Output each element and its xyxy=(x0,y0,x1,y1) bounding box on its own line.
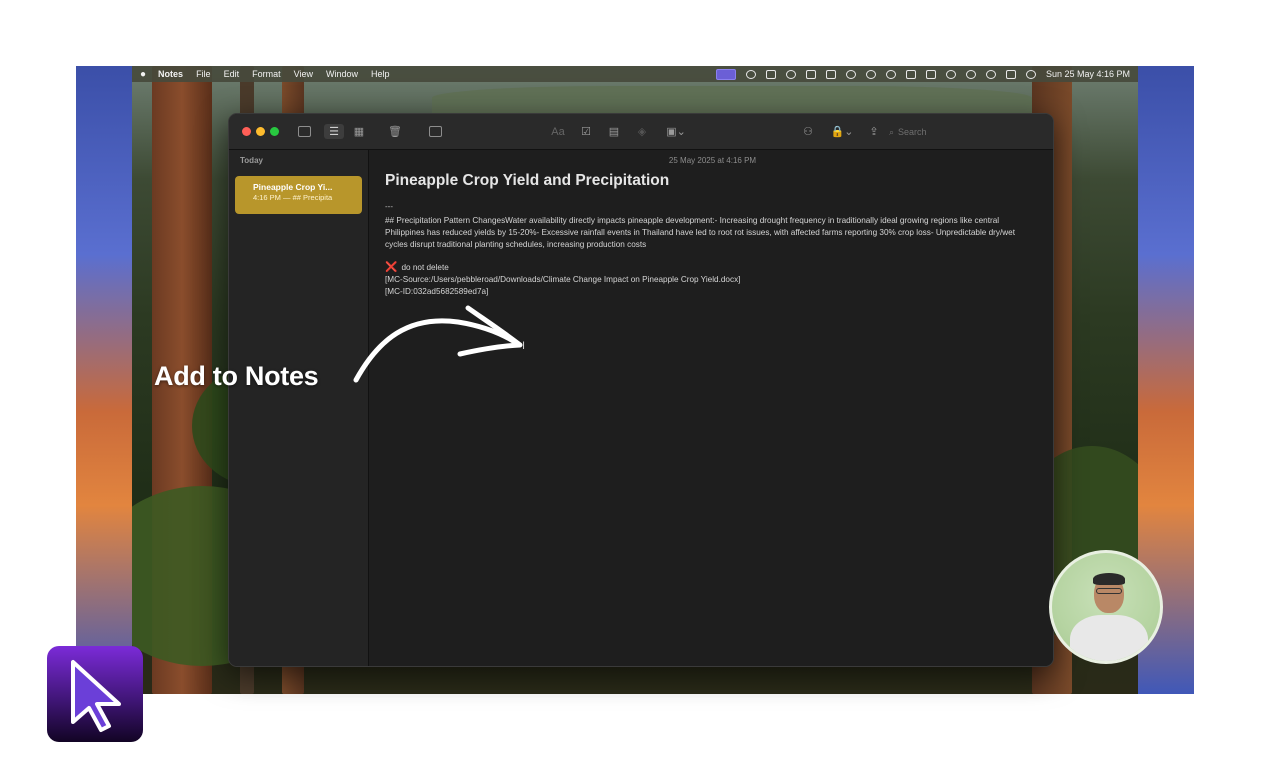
menu-file[interactable]: File xyxy=(196,69,211,79)
note-source-block: [MC-Source:/Users/pebbleroad/Downloads/C… xyxy=(385,274,740,298)
note-separator: --- xyxy=(385,202,393,211)
battery-icon[interactable] xyxy=(905,69,916,79)
zoom-window-button[interactable] xyxy=(270,127,279,136)
play-icon[interactable] xyxy=(885,69,896,79)
search-field[interactable]: ⌕ Search xyxy=(889,125,1039,139)
note-list-item[interactable]: Pineapple Crop Yi... 4:16 PM — ## Precip… xyxy=(235,176,362,214)
moon-icon[interactable] xyxy=(845,69,856,79)
sidebar-section-today: Today xyxy=(240,156,263,165)
cursor-tool-icon[interactable] xyxy=(765,69,776,79)
spotlight-search-icon[interactable] xyxy=(985,69,996,79)
search-placeholder: Search xyxy=(898,127,927,137)
menu-app-notes[interactable]: Notes xyxy=(158,69,183,79)
control-center-icon[interactable] xyxy=(1005,69,1016,79)
do-not-delete-line: ❌ do not delete xyxy=(385,262,449,273)
list-view-icon[interactable]: ☰ xyxy=(324,124,344,139)
checklist-icon[interactable]: ☑ xyxy=(579,124,593,139)
audio-icon[interactable]: ◈ xyxy=(635,124,649,139)
red-cross-icon: ❌ xyxy=(385,262,398,273)
menu-window[interactable]: Window xyxy=(326,69,358,79)
note-body[interactable]: ## Precipitation Pattern ChangesWater av… xyxy=(385,215,1040,251)
time-machine-icon[interactable] xyxy=(965,69,976,79)
note-source-path: [MC-Source:/Users/pebbleroad/Downloads/C… xyxy=(385,275,741,284)
notes-window: ☰ ▦ 🗑 Aa ☑ ▤ ◈ ▣⌄ ⚇ 🔒⌄ ⇪ ⌕ Search Today … xyxy=(228,113,1054,667)
menubar-clock[interactable]: Sun 25 May 4:16 PM xyxy=(1046,69,1130,79)
do-not-delete-text: do not delete xyxy=(401,263,449,272)
display-icon[interactable] xyxy=(785,69,796,79)
notes-sidebar: Today Pineapple Crop Yi... 4:16 PM — ## … xyxy=(229,150,369,666)
screen-record-icon[interactable] xyxy=(715,68,736,80)
note-list-item-meta: 4:16 PM — ## Precipita xyxy=(253,193,333,202)
keyboard-icon[interactable] xyxy=(925,69,936,79)
presentation-icon[interactable] xyxy=(805,69,816,79)
note-id: [MC-ID:032ad5682589ed7a] xyxy=(385,287,489,296)
menu-help[interactable]: Help xyxy=(371,69,390,79)
callout-arrow-icon xyxy=(353,305,523,383)
notes-toolbar: ☰ ▦ 🗑 Aa ☑ ▤ ◈ ▣⌄ ⚇ 🔒⌄ ⇪ ⌕ Search xyxy=(229,114,1053,150)
share-icon[interactable]: ⇪ xyxy=(867,124,881,139)
trash-icon[interactable]: 🗑 xyxy=(388,124,402,139)
collaborate-icon[interactable]: ⚇ xyxy=(801,124,815,139)
compose-icon[interactable] xyxy=(429,126,442,137)
status-icons: Sun 25 May 4:16 PM xyxy=(715,68,1130,80)
lock-icon[interactable]: 🔒⌄ xyxy=(830,124,854,139)
add-to-notes-callout: Add to Notes xyxy=(154,361,319,391)
siri-icon[interactable] xyxy=(1025,69,1036,79)
menu-format[interactable]: Format xyxy=(252,69,281,79)
search-icon: ⌕ xyxy=(889,126,895,137)
note-list-item-title: Pineapple Crop Yi... xyxy=(253,182,333,192)
wifi-icon[interactable] xyxy=(945,69,956,79)
note-date: 25 May 2025 at 4:16 PM xyxy=(668,156,757,165)
minimize-window-button[interactable] xyxy=(256,127,265,136)
format-text-button[interactable]: Aa xyxy=(549,124,567,139)
note-editor[interactable]: 25 May 2025 at 4:16 PM Pineapple Crop Yi… xyxy=(370,150,1053,666)
app-logo-icon xyxy=(47,646,143,742)
signature-icon[interactable] xyxy=(865,69,876,79)
apple-menu-icon[interactable]: ● xyxy=(140,69,146,80)
note-list-item-time: 4:16 PM xyxy=(253,193,281,202)
sidebar-toggle-icon[interactable] xyxy=(298,126,311,137)
note-title[interactable]: Pineapple Crop Yield and Precipitation xyxy=(385,172,669,190)
menu-view[interactable]: View xyxy=(294,69,313,79)
menu-edit[interactable]: Edit xyxy=(224,69,240,79)
camera-icon[interactable] xyxy=(825,69,836,79)
gallery-view-icon[interactable]: ▦ xyxy=(352,124,366,139)
close-window-button[interactable] xyxy=(242,127,251,136)
media-icon[interactable]: ▣⌄ xyxy=(663,124,689,139)
menu-bar: ● Notes File Edit Format View Window Hel… xyxy=(132,66,1138,82)
note-list-item-preview: ## Precipita xyxy=(292,193,333,202)
table-icon[interactable]: ▤ xyxy=(607,124,621,139)
presenter-webcam xyxy=(1049,550,1163,664)
record-status-icon[interactable] xyxy=(745,69,756,79)
